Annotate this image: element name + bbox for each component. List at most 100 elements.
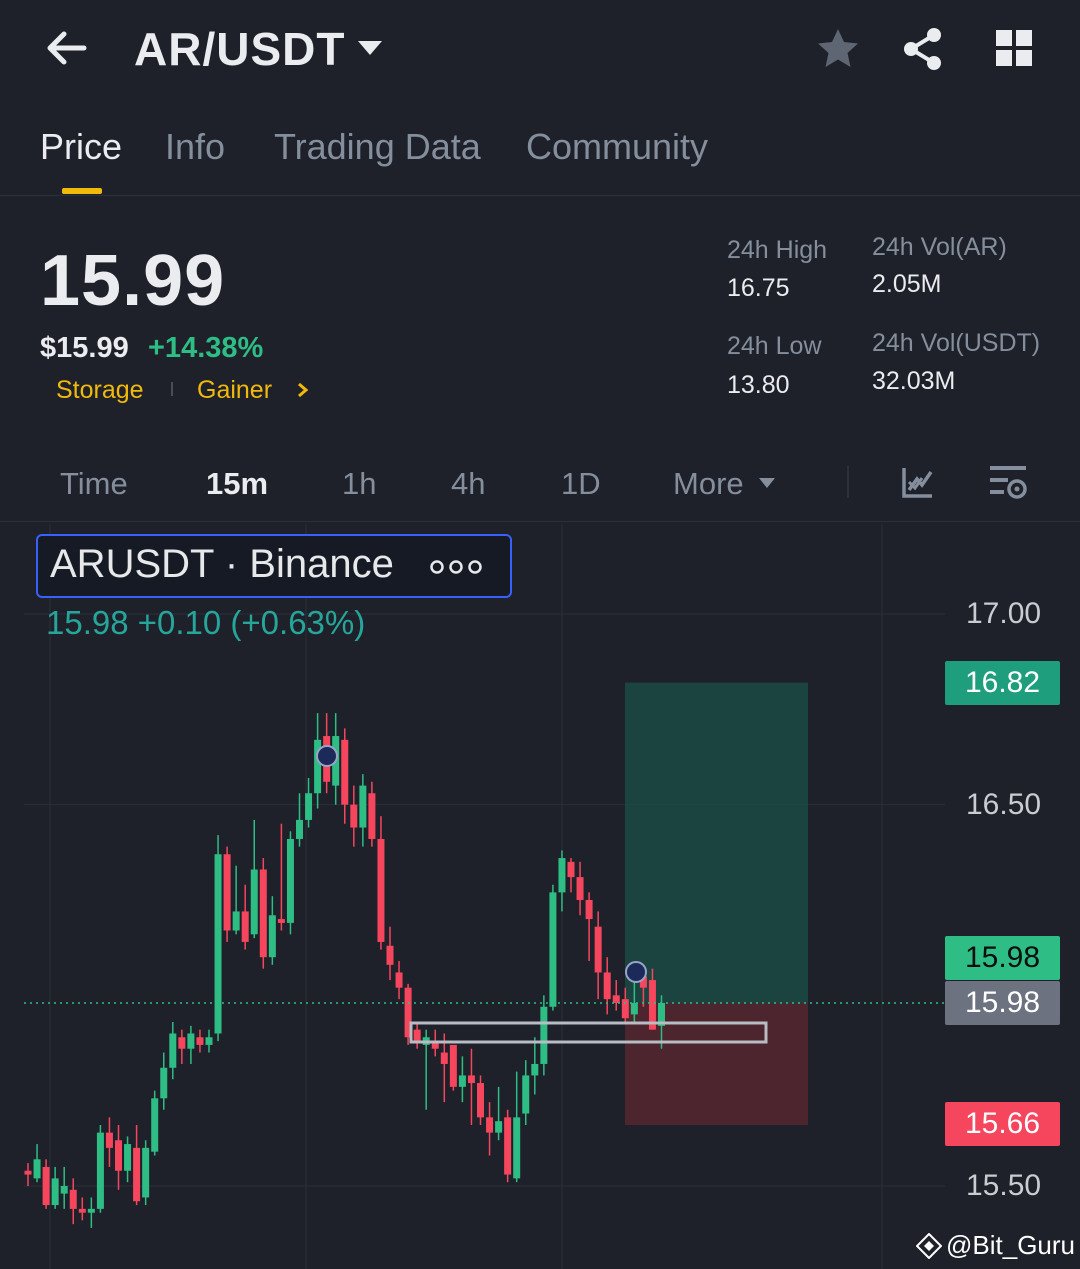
candle-body [341,739,349,805]
percent-change: +14.38% [148,332,264,364]
tag-gainer[interactable]: Gainer [197,376,272,405]
binance-logo-icon [916,1233,942,1259]
candle-body [133,1147,141,1202]
mark-price-tag: 15.98 [945,981,1060,1025]
candle-body [486,1117,494,1133]
candle-body [24,1170,32,1175]
candle-body [277,919,285,923]
tab-info[interactable]: Info [165,126,225,168]
back-arrow-icon[interactable] [40,24,92,72]
candle-body [603,972,611,1000]
candle-body [612,995,620,1003]
interval-4h[interactable]: 4h [451,466,485,502]
candle-body [223,854,231,931]
chevron-right-icon[interactable] [294,378,312,402]
candle-body [51,1178,59,1206]
candle-body [395,972,403,988]
candle-body [440,1052,448,1064]
axis-label-17-00: 17.00 [966,597,1042,630]
candle-body [467,1075,475,1084]
signal-marker [316,745,338,767]
candle-body [115,1140,122,1171]
candle-body [87,1208,95,1213]
candle-body [350,804,358,828]
watermark: @Bit_Guru [946,1230,1075,1260]
tab-trading-data[interactable]: Trading Data [274,126,481,168]
candle-body [296,819,303,839]
low-value: 13.80 [727,371,790,399]
candle-body [567,861,575,878]
last-price: 15.99 [40,241,226,321]
interval-1d[interactable]: 1D [561,466,601,502]
high-value: 16.75 [727,274,790,302]
tag-separator [171,382,173,396]
active-tab-indicator [62,188,102,194]
candle-body [286,838,294,923]
candle-body [78,1208,86,1213]
star-icon[interactable] [815,26,861,72]
candle-body [151,1098,159,1152]
take-profit-price-tag: 16.82 [945,661,1060,705]
candle-body [621,999,629,1019]
vol-base-value: 2.05M [872,270,942,298]
grid-icon[interactable] [994,28,1034,68]
candle-body [241,911,249,942]
usd-price: $15.99 [40,332,129,364]
candle-body [522,1075,530,1114]
candle-body [124,1144,132,1171]
pair-title[interactable]: AR/USDT [134,22,345,76]
candle-body [594,926,602,973]
interval-15m[interactable]: 15m [206,466,268,502]
high-label: 24h High [727,236,828,264]
tab-price[interactable]: Price [40,126,122,168]
candle-body [60,1186,68,1194]
tabs-divider [0,195,1080,196]
candle-body [96,1132,104,1209]
indicator-icon[interactable] [900,464,936,500]
last-price-tag: 15.98 [945,936,1060,980]
candle-body [187,1033,195,1049]
candle-body [169,1033,177,1068]
signal-marker [625,961,647,983]
candle-body [549,892,557,1007]
candle-body [477,1083,484,1118]
vol-quote-value: 32.03M [872,367,956,395]
ohlc-readout: 15.98 +0.10 (+0.63%) [46,604,366,641]
low-label: 24h Low [727,332,822,360]
candle-body [368,793,376,839]
candle-body [105,1132,113,1148]
candle-body [268,915,276,958]
candle-body [305,793,313,820]
candle-body [250,869,258,935]
interval-more[interactable]: More [673,466,744,502]
candle-body [196,1037,204,1045]
candle-body [259,869,267,958]
tag-storage[interactable]: Storage [56,376,144,405]
candle-body [359,785,367,828]
candle-body [540,1006,548,1064]
caret-down-icon[interactable] [757,476,777,490]
candle-body [576,877,584,900]
candle-body [205,1037,213,1045]
candle-body [585,900,593,920]
candle-body [142,1147,150,1198]
candle-body [458,1075,466,1087]
axis-label-15-50: 15.50 [966,1169,1042,1202]
share-icon[interactable] [900,26,946,72]
vol-base-label: 24h Vol(AR) [872,233,1007,261]
candle-body [504,1117,512,1175]
candle-body [33,1159,41,1179]
more-dots-icon[interactable] [428,558,484,576]
interval-1h[interactable]: 1h [342,466,376,502]
interval-time[interactable]: Time [60,466,128,502]
candle-body [69,1189,77,1209]
caret-down-icon[interactable] [356,38,384,58]
tab-community[interactable]: Community [526,126,708,168]
candle-body [214,854,222,1034]
vol-quote-label: 24h Vol(USDT) [872,329,1041,357]
chart-settings-icon[interactable] [988,462,1028,502]
candle-body [413,1029,421,1042]
axis-label-16-50: 16.50 [966,788,1042,821]
interval-separator [847,466,849,498]
candle-body [630,1002,638,1015]
